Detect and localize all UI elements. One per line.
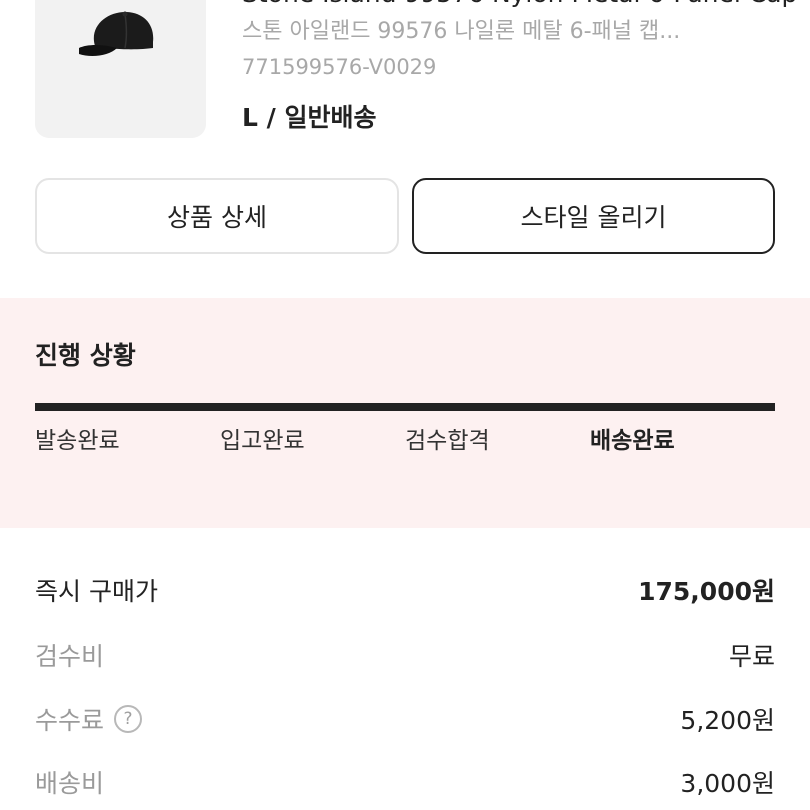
progress-title: 진행 상황 [35,341,136,370]
product-name: Stone Island 99576 Nylon Metal 6-Panel C… [242,0,802,10]
upload-style-button-label: 스타일 올리기 [520,203,667,232]
fee-label: 수수료 [35,706,105,735]
step-received: 입고완료 [220,428,305,454]
step-shipped: 발송완료 [35,428,120,454]
product-model-code: 771599576-V0029 [242,55,437,79]
order-detail-page: Stone Island 99576 Nylon Metal 6-Panel C… [0,0,810,810]
shipping-fee-value: 3,000원 [680,769,775,798]
price-row-shipping: 배송비 3,000원 [35,760,775,804]
product-option: L / 일반배송 [242,103,377,132]
step-inspection-passed: 검수합격 [405,428,490,454]
inspection-fee-label: 검수비 [35,642,105,671]
progress-section: 진행 상황 발송완료 입고완료 검수합격 배송완료 [0,298,810,528]
product-name-korean: 스톤 아일랜드 99576 나일론 메탈 6-패널 캡... [242,19,681,44]
question-circle-icon[interactable]: ? [114,705,143,733]
product-thumbnail[interactable] [35,0,206,138]
product-detail-button[interactable]: 상품 상세 [35,178,399,254]
step-delivered: 배송완료 [590,428,675,454]
price-row-buy-now: 즉시 구매가 175,000원 [35,568,775,612]
progress-bar [35,403,775,411]
product-detail-button-label: 상품 상세 [167,203,267,232]
price-row-inspection: 검수비 무료 [35,633,775,677]
cap-image [79,11,154,56]
fee-value: 5,200원 [680,706,775,735]
inspection-fee-value: 무료 [728,642,775,671]
shipping-fee-label: 배송비 [35,769,105,798]
price-row-fee: 수수료 ? 5,200원 [35,697,775,741]
buy-now-label: 즉시 구매가 [35,577,158,606]
fee-label-group: 수수료 ? [35,701,143,737]
upload-style-button[interactable]: 스타일 올리기 [412,178,775,254]
buy-now-value: 175,000원 [638,577,775,606]
